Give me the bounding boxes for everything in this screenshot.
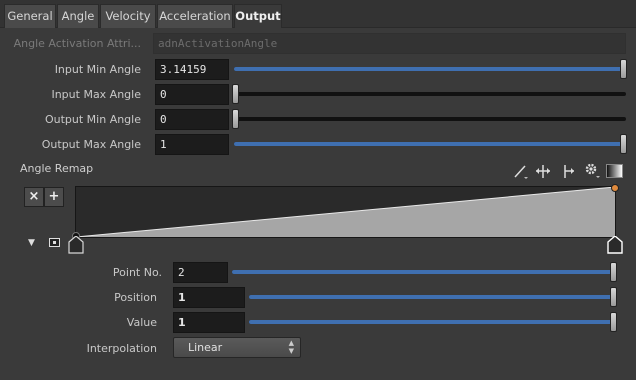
tab-output[interactable]: Output bbox=[234, 4, 282, 28]
tab-bar: General Angle Velocity Acceleration Outp… bbox=[0, 0, 636, 28]
slider-fill bbox=[249, 295, 617, 299]
slider-handle[interactable] bbox=[232, 84, 239, 104]
point-no-slider[interactable] bbox=[232, 262, 617, 282]
ramp-label: Angle Remap bbox=[20, 162, 94, 175]
slider-handle[interactable] bbox=[610, 262, 617, 282]
interpolation-dropdown[interactable]: Linear ▲ ▼ bbox=[173, 337, 301, 358]
tab-angle[interactable]: Angle bbox=[57, 4, 99, 28]
activation-attr-label: Angle Activation Attri... bbox=[13, 37, 141, 50]
slider-fill bbox=[234, 67, 626, 71]
add-point-button[interactable]: + bbox=[44, 187, 64, 207]
point-no-field[interactable]: 2 bbox=[173, 262, 228, 283]
tab-general[interactable]: General bbox=[4, 4, 56, 28]
pen-icon[interactable] bbox=[512, 163, 530, 183]
shift-keys-icon[interactable] bbox=[558, 163, 576, 183]
slider-handle[interactable] bbox=[620, 134, 627, 154]
collapse-triangle-icon[interactable]: ▼ bbox=[28, 238, 35, 248]
activation-attr-field[interactable]: adnActivationAngle bbox=[153, 33, 626, 54]
slider-handle[interactable] bbox=[610, 287, 617, 307]
tab-acceleration[interactable]: Acceleration bbox=[157, 4, 233, 28]
position-label: Position bbox=[114, 291, 157, 304]
slider-handle[interactable] bbox=[610, 312, 617, 332]
input-max-angle-field[interactable]: 0 bbox=[155, 84, 229, 105]
input-min-angle-field[interactable]: 3.14159 bbox=[155, 59, 229, 80]
ramp-point-2[interactable] bbox=[611, 184, 619, 192]
slider-fill bbox=[234, 142, 626, 146]
value-label: Value bbox=[126, 316, 157, 329]
slider-fill bbox=[232, 270, 617, 274]
spread-keys-icon[interactable] bbox=[534, 163, 552, 183]
output-max-angle-field[interactable]: 1 bbox=[155, 134, 229, 155]
output-max-angle-slider[interactable] bbox=[234, 134, 627, 154]
position-slider[interactable] bbox=[249, 287, 617, 307]
remove-point-button[interactable]: × bbox=[24, 187, 44, 207]
tab-velocity[interactable]: Velocity bbox=[100, 4, 156, 28]
position-field[interactable]: 1 bbox=[173, 287, 245, 308]
output-min-angle-field[interactable]: 0 bbox=[155, 109, 229, 130]
value-field[interactable]: 1 bbox=[173, 312, 245, 333]
interpolation-value: Linear bbox=[188, 341, 223, 354]
key-handle-2[interactable] bbox=[607, 235, 623, 257]
input-max-angle-label: Input Max Angle bbox=[51, 88, 141, 101]
slider-handle[interactable] bbox=[232, 109, 239, 129]
slider-fill bbox=[249, 320, 617, 324]
ramp-editor[interactable] bbox=[75, 186, 616, 238]
value-slider[interactable] bbox=[249, 312, 617, 332]
interpolation-label: Interpolation bbox=[86, 342, 157, 355]
frame-icon[interactable] bbox=[49, 238, 60, 247]
slider-handle[interactable] bbox=[620, 59, 627, 79]
output-min-angle-label: Output Min Angle bbox=[44, 113, 141, 126]
gradient-icon[interactable] bbox=[606, 164, 623, 178]
point-no-label: Point No. bbox=[112, 266, 162, 279]
output-min-angle-slider[interactable] bbox=[232, 109, 626, 129]
output-max-angle-label: Output Max Angle bbox=[41, 138, 141, 151]
gear-icon[interactable] bbox=[582, 161, 600, 183]
input-min-angle-slider[interactable] bbox=[234, 59, 627, 79]
input-min-angle-label: Input Min Angle bbox=[54, 63, 141, 76]
updown-arrow-icon: ▲ ▼ bbox=[288, 339, 294, 355]
key-handle-1[interactable] bbox=[68, 235, 84, 257]
input-max-angle-slider[interactable] bbox=[232, 84, 626, 104]
